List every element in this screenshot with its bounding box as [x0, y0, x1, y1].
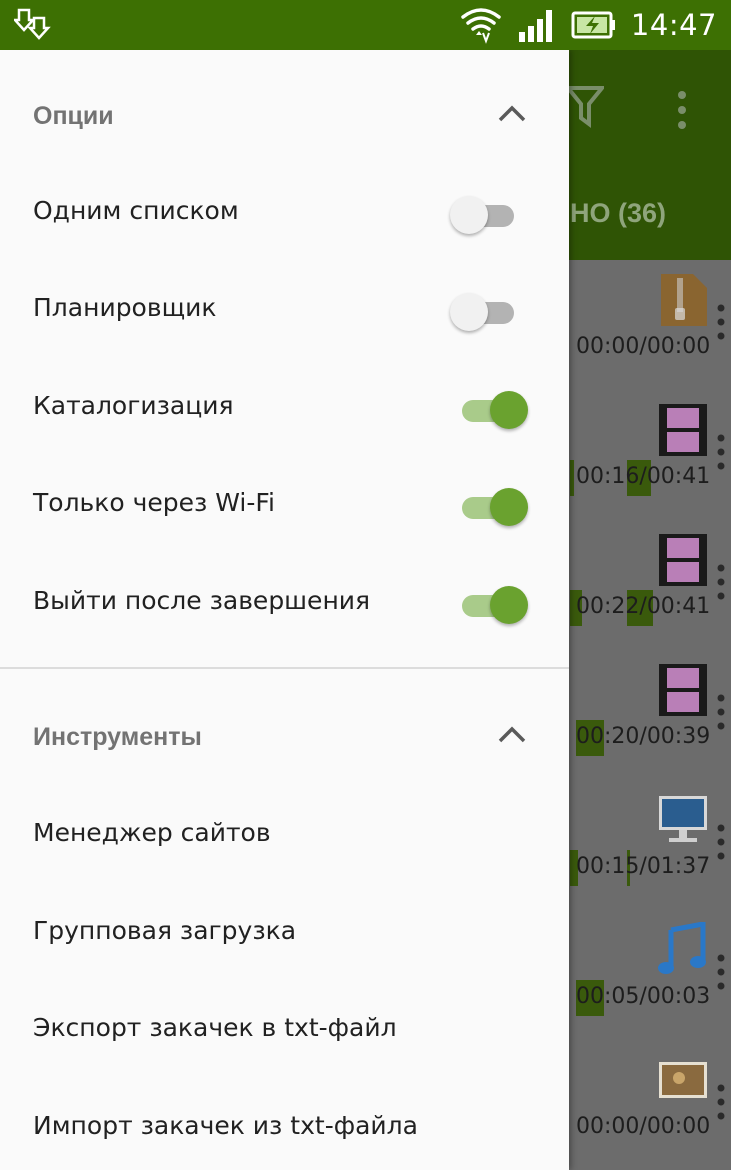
option-label: Выйти после завершения	[33, 586, 371, 615]
option-label: Планировщик	[33, 293, 217, 322]
filter-icon[interactable]	[566, 84, 604, 128]
image-icon	[659, 1062, 707, 1098]
options-section-header[interactable]: Опции	[0, 72, 569, 162]
battery-charging-icon	[571, 11, 615, 39]
signal-icon	[518, 10, 552, 42]
download-notification-icon	[14, 8, 51, 40]
item-menu-icon[interactable]	[717, 304, 725, 340]
options-title: Опции	[33, 102, 114, 130]
option-label: Каталогизация	[33, 391, 234, 420]
item-menu-icon[interactable]	[717, 694, 725, 730]
cataloging-toggle[interactable]	[450, 387, 530, 431]
option-label: Одним списком	[33, 196, 239, 225]
scheduler-toggle[interactable]	[450, 289, 530, 333]
download-item[interactable]: 00:16/00:41	[570, 390, 731, 520]
download-time: 00:16/00:41	[576, 464, 711, 489]
menu-item-batch-download[interactable]: Групповая загрузка	[33, 916, 296, 945]
download-item[interactable]: 00:22/00:41	[570, 520, 731, 650]
option-label: Только через Wi-Fi	[33, 488, 275, 517]
tab-label[interactable]: НО (36)	[570, 198, 666, 229]
download-time: 00:00/00:00	[576, 1114, 711, 1139]
download-item[interactable]: 00:05/00:03	[570, 910, 731, 1040]
menu-item-site-manager[interactable]: Менеджер сайтов	[33, 818, 271, 847]
navigation-drawer: Опции Одним списком Планировщик Каталоги…	[0, 50, 569, 1170]
tools-section-header[interactable]: Инструменты	[0, 693, 569, 783]
archive-icon	[661, 274, 707, 326]
download-item[interactable]: 00:00/00:00	[570, 260, 731, 390]
chevron-up-icon[interactable]	[496, 723, 528, 747]
menu-item-export-txt[interactable]: Экспорт закачек в txt-файл	[33, 1013, 397, 1042]
option-cataloging[interactable]: Каталогизация	[0, 360, 569, 457]
wifi-only-toggle[interactable]	[450, 484, 530, 528]
download-time: 00:15/01:37	[576, 854, 711, 879]
progress-fill	[570, 460, 574, 496]
menu-item-import-txt[interactable]: Импорт закачек из txt-файла	[33, 1111, 418, 1140]
tools-title: Инструменты	[33, 723, 202, 751]
clock: 14:47	[630, 8, 717, 42]
download-time: 00:20/00:39	[576, 724, 711, 749]
download-item[interactable]: 00:00/00:00	[570, 1040, 731, 1170]
monitor-icon	[659, 796, 707, 842]
chevron-up-icon[interactable]	[496, 102, 528, 126]
item-menu-icon[interactable]	[717, 1084, 725, 1120]
download-time: 00:22/00:41	[576, 594, 711, 619]
item-menu-icon[interactable]	[717, 954, 725, 990]
option-scheduler[interactable]: Планировщик	[0, 262, 569, 359]
option-single-list[interactable]: Одним списком	[0, 165, 569, 262]
section-divider	[0, 667, 569, 669]
item-menu-icon[interactable]	[717, 824, 725, 860]
video-icon	[659, 534, 707, 586]
option-wifi-only[interactable]: Только через Wi-Fi	[0, 457, 569, 554]
option-exit-after-complete[interactable]: Выйти после завершения	[0, 555, 569, 652]
exit-after-complete-toggle[interactable]	[450, 582, 530, 626]
item-menu-icon[interactable]	[717, 434, 725, 470]
video-icon	[659, 664, 707, 716]
music-icon	[658, 922, 706, 974]
item-menu-icon[interactable]	[717, 564, 725, 600]
status-bar: 14:47	[0, 0, 731, 50]
single-list-toggle[interactable]	[450, 192, 530, 236]
download-item[interactable]: 00:20/00:39	[570, 650, 731, 780]
download-time: 00:05/00:03	[576, 984, 711, 1009]
download-time: 00:00/00:00	[576, 334, 711, 359]
download-item[interactable]: 00:15/01:37	[570, 780, 731, 910]
video-icon	[659, 404, 707, 456]
overflow-menu-icon[interactable]	[676, 90, 688, 130]
wifi-icon	[461, 8, 501, 44]
